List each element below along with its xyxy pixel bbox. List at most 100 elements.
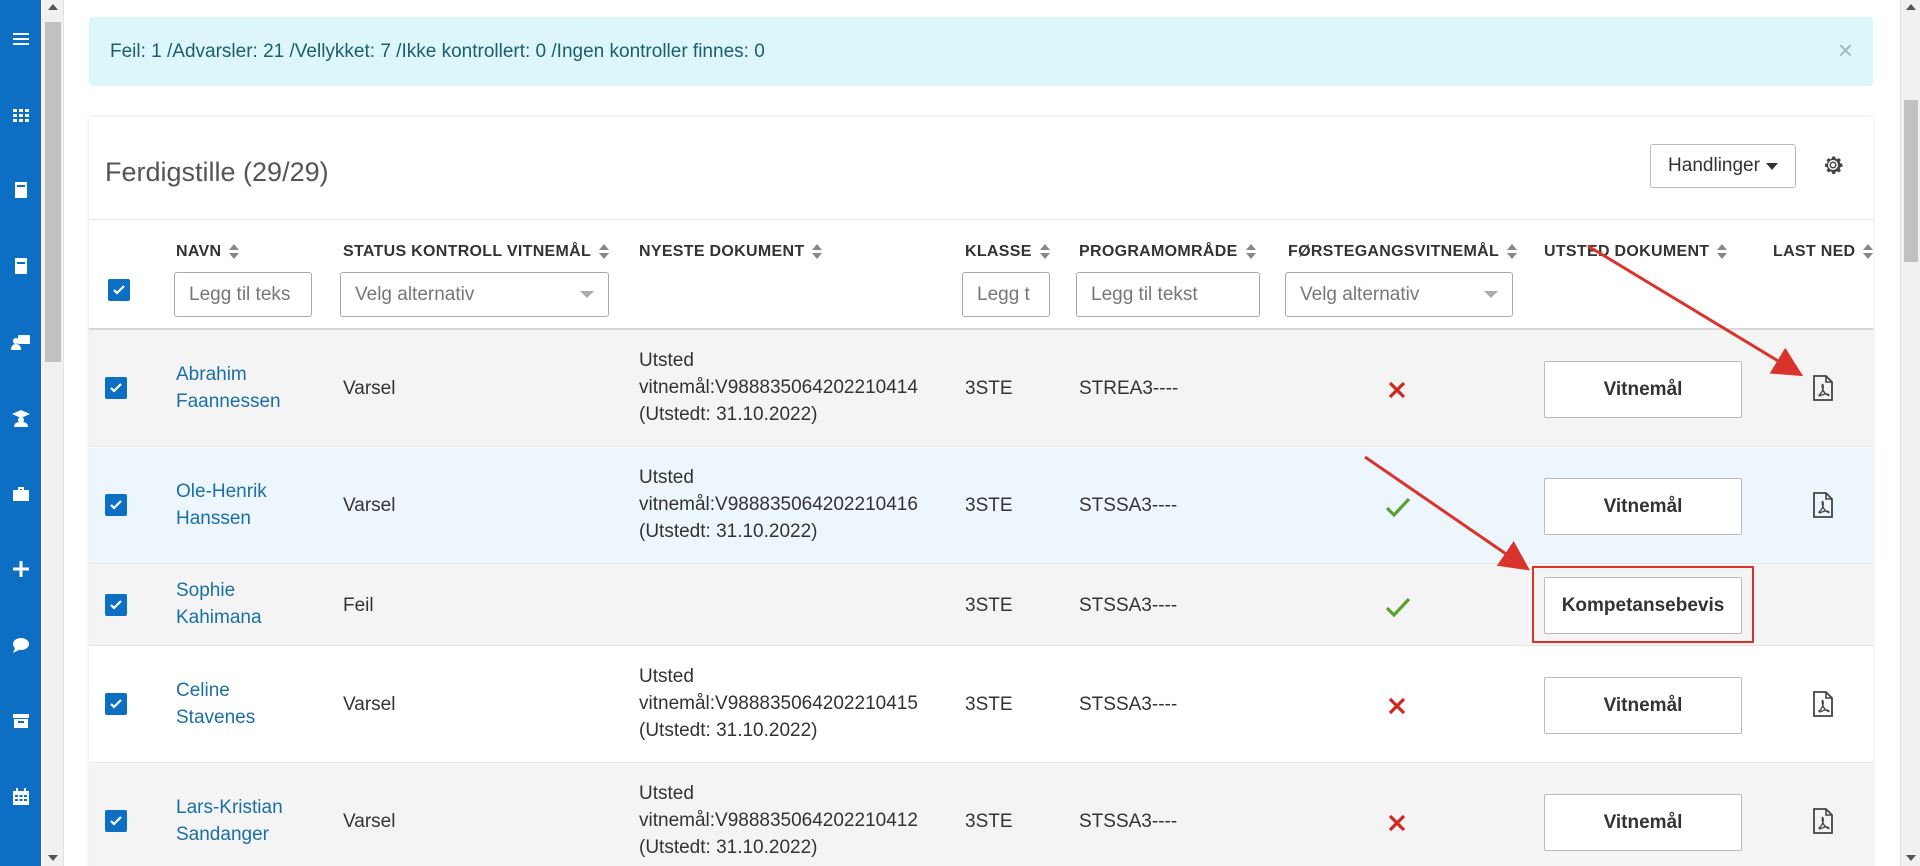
caret-down-icon <box>1765 162 1778 170</box>
table-row: Abrahim Faannessen Varsel Utsted vitnemål:… <box>89 330 1873 447</box>
table-row: Celine Stavenes Varsel Utsted vitnemål:V98… <box>89 647 1873 763</box>
filter-placeholder: Legg til tekst <box>1091 283 1198 305</box>
column-header-first-time[interactable]: FØRSTEGANGSVITNEMÅL <box>1288 243 1518 261</box>
program-value: STSSA3---- <box>1079 811 1178 832</box>
check-icon <box>110 699 122 709</box>
class-value: 3STE <box>965 378 1013 399</box>
column-header-status[interactable]: STATUS KONTROLL VITNEMÅL <box>343 243 610 261</box>
program-value: STREA3---- <box>1079 378 1179 399</box>
briefcase-icon[interactable] <box>0 474 41 514</box>
close-icon[interactable]: × <box>1838 37 1853 63</box>
teacher-icon[interactable] <box>0 322 41 362</box>
row-checkbox[interactable] <box>105 810 127 832</box>
issue-document-button[interactable]: Vitnemål <box>1544 677 1742 734</box>
sort-icon[interactable] <box>1863 244 1874 260</box>
status-filter-select[interactable]: Velg alternativ <box>340 272 609 317</box>
menu-icon[interactable] <box>0 19 41 59</box>
archive-icon[interactable] <box>0 701 41 741</box>
issue-document-button[interactable]: Vitnemål <box>1544 794 1742 851</box>
column-header-program[interactable]: PROGRAMOMRÅDE <box>1079 243 1256 261</box>
book-alt-icon[interactable] <box>0 246 41 286</box>
status-value: Feil <box>343 595 374 616</box>
success-check-icon <box>1385 597 1411 618</box>
chevron-down-icon <box>1484 291 1498 298</box>
issue-document-button[interactable]: Kompetansebevis <box>1544 577 1742 634</box>
issue-document-button[interactable]: Vitnemål <box>1544 361 1742 418</box>
column-header-document[interactable]: NYESTE DOKUMENT <box>639 243 823 261</box>
sort-icon[interactable] <box>1717 244 1728 260</box>
class-filter-input[interactable]: Legg t <box>962 272 1050 317</box>
completion-card: Ferdigstille (29/29) Handlinger NAVN STA… <box>89 117 1874 866</box>
student-name-link[interactable]: Ole-Henrik Hanssen <box>176 478 267 532</box>
check-icon <box>113 285 125 295</box>
row-checkbox[interactable] <box>105 494 127 516</box>
document-value: Utsted vitnemål:V988835064202210415 (Utste… <box>639 666 918 741</box>
column-label: STATUS KONTROLL VITNEMÅL <box>343 243 592 260</box>
scrollbar-thumb[interactable] <box>45 22 61 362</box>
check-icon <box>110 500 122 510</box>
row-checkbox[interactable] <box>105 377 127 399</box>
column-header-issue[interactable]: UTSTED DOKUMENT <box>1544 243 1728 261</box>
page-scrollbar[interactable] <box>1900 0 1920 866</box>
issue-document-button[interactable]: Vitnemål <box>1544 478 1742 535</box>
scroll-down-icon[interactable] <box>48 855 58 861</box>
graduation-icon[interactable] <box>0 398 41 438</box>
column-label: NYESTE DOKUMENT <box>639 243 805 260</box>
column-label: PROGRAMOMRÅDE <box>1079 243 1238 260</box>
first-time-filter-select[interactable]: Velg alternativ <box>1285 272 1513 317</box>
error-x-icon <box>1388 381 1406 399</box>
column-label: KLASSE <box>965 243 1032 260</box>
pdf-download-icon[interactable] <box>1812 375 1834 401</box>
document-value: Utsted vitnemål:V988835064202210414 (Utste… <box>639 350 918 425</box>
pdf-download-icon[interactable] <box>1812 691 1834 717</box>
class-value: 3STE <box>965 595 1013 616</box>
sidebar-scrollbar[interactable] <box>42 0 64 866</box>
error-x-icon <box>1388 697 1406 715</box>
column-label: NAVN <box>176 243 222 260</box>
status-value: Varsel <box>343 811 396 832</box>
class-value: 3STE <box>965 811 1013 832</box>
student-name-link[interactable]: Sophie Kahimana <box>176 577 262 631</box>
row-checkbox[interactable] <box>105 594 127 616</box>
select-all-checkbox[interactable] <box>108 279 130 301</box>
column-header-download[interactable]: LAST NED <box>1773 243 1874 261</box>
filter-placeholder: Velg alternativ <box>1300 283 1420 305</box>
scroll-up-icon[interactable] <box>48 4 58 10</box>
column-label: UTSTED DOKUMENT <box>1544 243 1710 260</box>
sort-icon[interactable] <box>599 244 610 260</box>
calendar-icon[interactable] <box>0 777 41 817</box>
chat-icon[interactable] <box>0 625 41 665</box>
error-x-icon <box>1388 814 1406 832</box>
sort-icon[interactable] <box>1039 244 1050 260</box>
program-value: STSSA3---- <box>1079 694 1178 715</box>
plus-icon[interactable] <box>0 549 41 589</box>
student-name-link[interactable]: Celine Stavenes <box>176 677 255 731</box>
sort-icon[interactable] <box>1507 244 1518 260</box>
name-filter-input[interactable]: Legg til teks <box>174 272 312 317</box>
pdf-download-icon[interactable] <box>1812 492 1834 518</box>
sort-icon[interactable] <box>1245 244 1256 260</box>
column-label: FØRSTEGANGSVITNEMÅL <box>1288 243 1500 260</box>
pdf-download-icon[interactable] <box>1812 808 1834 834</box>
column-header-name[interactable]: NAVN <box>176 243 240 261</box>
sort-icon[interactable] <box>229 244 240 260</box>
scroll-down-icon[interactable] <box>1906 855 1916 861</box>
filter-placeholder: Legg t <box>977 283 1030 305</box>
program-filter-input[interactable]: Legg til tekst <box>1076 272 1260 317</box>
column-label: LAST NED <box>1773 243 1856 260</box>
sort-icon[interactable] <box>812 244 823 260</box>
student-name-link[interactable]: Lars-Kristian Sandanger <box>176 794 283 848</box>
book-icon[interactable] <box>0 170 41 210</box>
control-summary-alert: Feil: 1 /Advarsler: 21 /Vellykket: 7 /Ik… <box>89 17 1873 86</box>
status-value: Varsel <box>343 495 396 516</box>
column-header-class[interactable]: KLASSE <box>965 243 1050 261</box>
actions-dropdown-button[interactable]: Handlinger <box>1650 144 1796 188</box>
student-name-link[interactable]: Abrahim Faannessen <box>176 361 281 415</box>
row-checkbox[interactable] <box>105 693 127 715</box>
class-value: 3STE <box>965 495 1013 516</box>
gear-icon[interactable] <box>1821 153 1845 177</box>
scrollbar-thumb[interactable] <box>1904 100 1918 262</box>
scroll-up-icon[interactable] <box>1906 4 1916 10</box>
chevron-down-icon <box>580 291 594 298</box>
apps-grid-icon[interactable] <box>0 95 41 135</box>
